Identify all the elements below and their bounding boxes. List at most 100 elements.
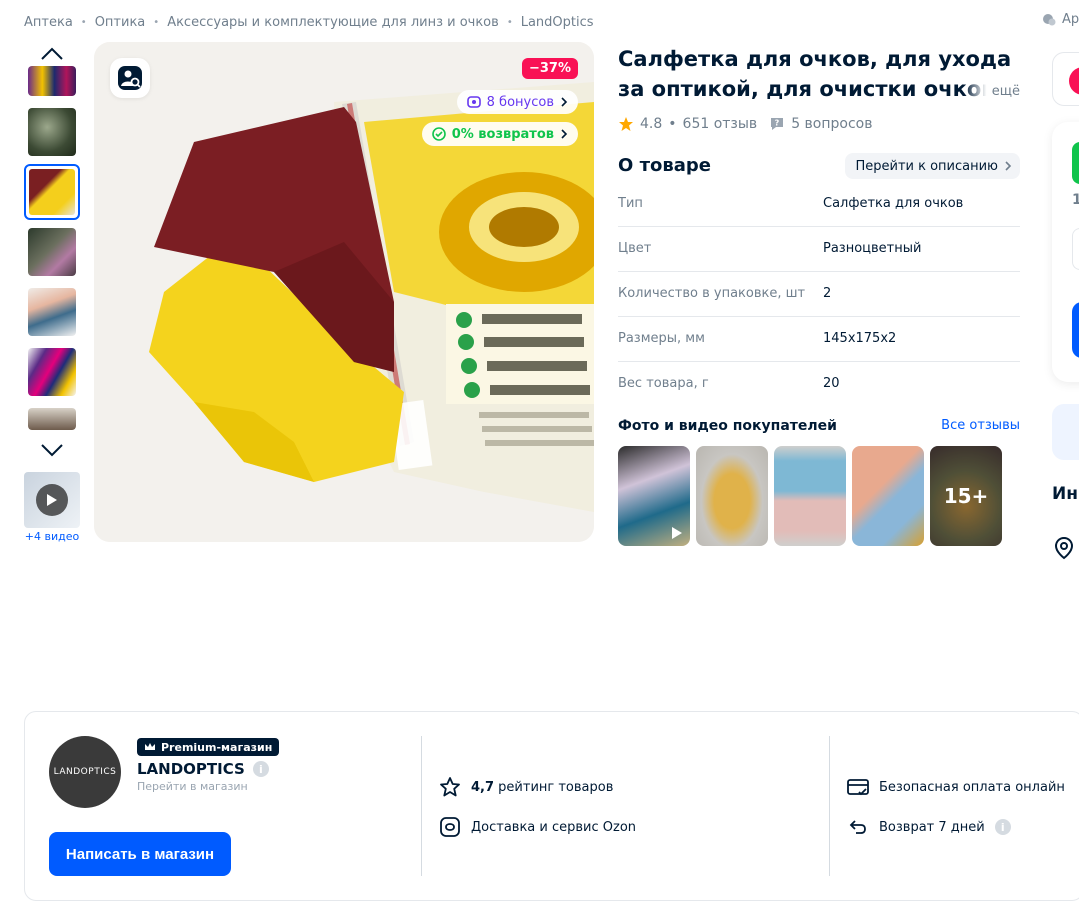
spec-value: 145x175x2 (823, 331, 897, 346)
delivery-feature: Доставка и сервис Ozon (439, 816, 636, 838)
main-product-image[interactable]: −37% 8 бонусов 0% возвратов (94, 42, 594, 542)
write-to-store-button[interactable]: Написать в магазин (49, 832, 231, 876)
video-count-link[interactable]: +4 видео (24, 530, 80, 543)
question-bubble-icon: ? (771, 118, 784, 130)
divider (829, 736, 830, 876)
breadcrumb-brand[interactable]: LandOptics (521, 15, 594, 30)
rating-link[interactable]: 4.8 • 651 отзыв (618, 116, 757, 132)
spec-row: Тип Салфетка для очков (618, 182, 1020, 227)
more-photos-count: 15+ (930, 446, 1002, 546)
breadcrumb-optics[interactable]: Оптика (95, 15, 146, 30)
card-check-icon (847, 779, 869, 796)
chat-icon (1043, 13, 1056, 25)
return-feature: Возврат 7 дней i (847, 816, 1011, 838)
svg-text:?: ? (775, 119, 780, 128)
info-icon[interactable]: i (994, 819, 1011, 835)
go-to-description-label: Перейти к описанию (855, 158, 998, 174)
star-icon (619, 117, 633, 131)
questions-count: 5 вопросов (791, 116, 873, 132)
chevron-right-icon (1005, 161, 1012, 171)
ozon-service-icon (440, 817, 460, 837)
thumbnail-5[interactable] (28, 288, 76, 336)
spec-key: Цвет (618, 241, 652, 256)
customer-photo-2[interactable] (696, 446, 768, 546)
brand-logo-card[interactable] (1052, 52, 1079, 106)
chevron-right-icon (561, 97, 568, 107)
returns-icon (431, 127, 446, 141)
thumbnail-4[interactable] (28, 228, 76, 276)
chevron-down-icon (41, 444, 63, 457)
customer-photo-3[interactable] (774, 446, 846, 546)
rating-separator: • (668, 116, 677, 132)
returns-pill[interactable]: 0% возвратов (421, 122, 578, 146)
thumbnail-2[interactable] (28, 108, 76, 156)
play-icon (672, 527, 682, 539)
visual-search-button[interactable] (110, 58, 150, 98)
spec-key: Тип (618, 196, 643, 211)
seller-logo[interactable]: LANDOPTICS (49, 736, 121, 808)
customer-photos-header: Фото и видео покупателей Все отзывы (618, 418, 1020, 438)
all-reviews-link[interactable]: Все отзывы (941, 418, 1020, 433)
thumbnail-list: +4 видео (24, 42, 80, 543)
spec-value: 20 (823, 376, 840, 391)
go-to-description-button[interactable]: Перейти к описанию (845, 153, 1020, 179)
about-title: О товаре (618, 155, 711, 176)
spec-value[interactable]: Салфетка для очков (823, 196, 963, 211)
share-link[interactable]: Ар (1042, 12, 1079, 27)
about-header: О товаре Перейти к описанию (618, 153, 1020, 179)
share-link-label: Ар (1062, 12, 1079, 27)
info-heading-fragment: Ин (1052, 484, 1078, 504)
seller-name[interactable]: LANDOPTICS i (137, 760, 269, 778)
video-thumbnail[interactable] (24, 472, 80, 528)
thumbnail-3[interactable] (24, 164, 80, 220)
questions-link[interactable]: ? 5 вопросов (769, 116, 872, 132)
rating-feature-value: 4,7 (471, 779, 495, 795)
spec-row: Вес товара, г 20 (618, 362, 1020, 407)
spec-row: Размеры, мм 145x175x2 (618, 317, 1020, 362)
price-badge[interactable] (1072, 142, 1079, 184)
play-icon (36, 484, 68, 516)
spec-row: Цвет Разноцветный (618, 227, 1020, 272)
thumbnail-1[interactable] (28, 66, 76, 96)
returns-label: 0% возвратов (451, 126, 554, 142)
go-to-store-link[interactable]: Перейти в магазин (137, 780, 248, 793)
info-icon[interactable]: i (252, 761, 269, 777)
breadcrumb-separator: • (80, 16, 87, 28)
breadcrumb-pharmacy[interactable]: Аптека (24, 15, 73, 30)
delivery-feature-label: Доставка и сервис Ozon (471, 819, 637, 835)
customer-photo-1[interactable] (618, 446, 690, 546)
rating-feature: 4,7 рейтинг товаров (439, 776, 613, 798)
thumbnail-7[interactable] (28, 408, 76, 430)
payment-feature-label: Безопасная оплата онлайн (879, 779, 1065, 795)
spec-row: Количество в упаковке, шт 2 (618, 272, 1020, 317)
spec-key: Количество в упаковке, шт (618, 286, 806, 301)
spec-value: Разноцветный (823, 241, 922, 256)
location-pin-icon[interactable] (1054, 536, 1074, 560)
breadcrumb-accessories[interactable]: Аксессуары и комплектующие для линз и оч… (167, 15, 499, 30)
rating-value: 4.8 (640, 116, 663, 132)
promo-banner[interactable] (1052, 404, 1079, 460)
rating-feature-label: рейтинг товаров (498, 779, 614, 795)
thumbnail-down-button[interactable] (24, 438, 80, 462)
customer-photos-title: Фото и видео покупателей (618, 418, 837, 434)
crown-icon (145, 743, 155, 750)
discount-badge: −37% (521, 58, 578, 79)
title-more-link[interactable]: ещё (964, 80, 1020, 104)
thumbnail-6[interactable] (28, 348, 76, 396)
seller-name-text: LANDOPTICS (137, 760, 245, 778)
bonus-label: 8 бонусов (486, 94, 554, 110)
option-selector[interactable] (1072, 228, 1079, 270)
return-feature-label: Возврат 7 дней (879, 819, 985, 835)
price-fragment: 1 (1072, 192, 1079, 208)
thumbnail-up-button[interactable] (24, 42, 80, 66)
spec-key: Размеры, мм (618, 331, 705, 346)
customer-photo-4[interactable] (852, 446, 924, 546)
add-to-cart-button[interactable] (1072, 302, 1079, 358)
seller-logo-text: LANDOPTICS (53, 767, 117, 777)
product-title: Салфетка для очков, для ухода за оптикой… (618, 47, 1012, 101)
bonus-pill[interactable]: 8 бонусов (456, 90, 578, 114)
customer-photo-more[interactable]: 15+ (930, 446, 1002, 546)
bonus-icon (466, 96, 481, 108)
seller-card: LANDOPTICS Premium-магазин LANDOPTICS i … (24, 711, 1079, 901)
premium-label: Premium-магазин (161, 740, 273, 754)
